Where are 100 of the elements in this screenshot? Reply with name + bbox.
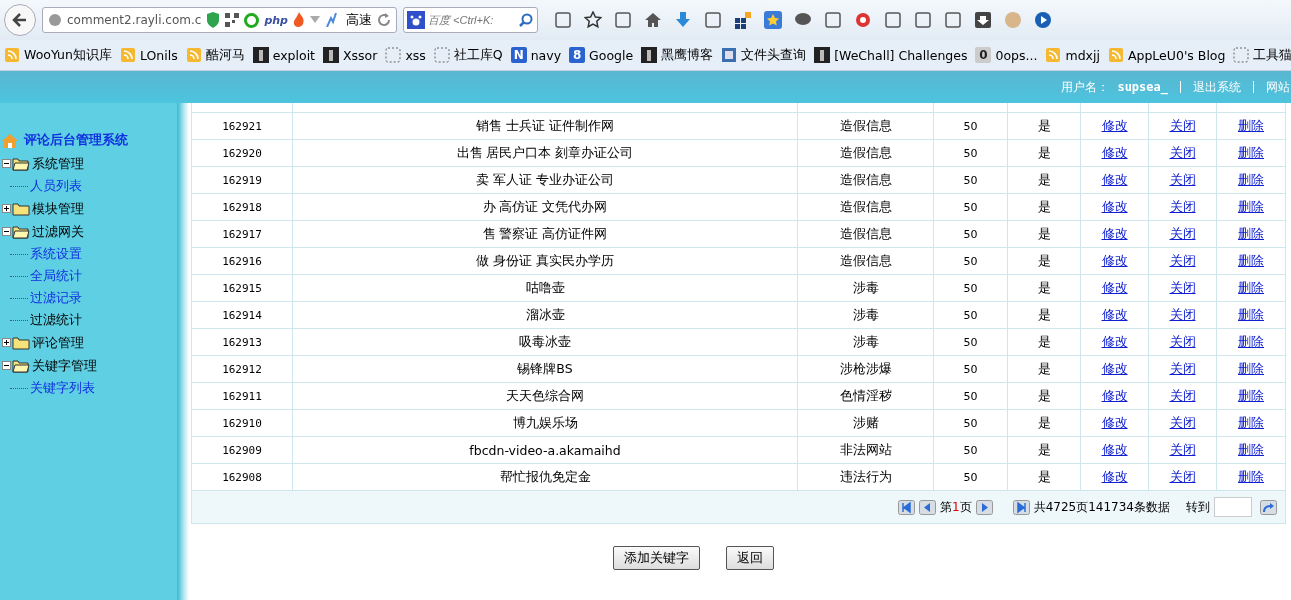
action-link[interactable]: 修改 <box>1101 387 1128 405</box>
action-link[interactable]: 修改 <box>1101 279 1128 297</box>
next-page-icon[interactable] <box>975 499 993 515</box>
expand-icon[interactable] <box>2 204 11 213</box>
reload-icon[interactable] <box>376 13 391 27</box>
tree-node[interactable]: 系统管理 <box>32 154 84 173</box>
action-link[interactable]: 删除 <box>1238 360 1264 378</box>
action-link[interactable]: 删除 <box>1238 198 1264 216</box>
bookmark-link[interactable]: Google <box>589 47 634 63</box>
bookmark-link[interactable]: mdxjj <box>1065 47 1100 63</box>
bookmark-link[interactable]: WooYun知识库 <box>24 46 112 64</box>
action-link[interactable]: 关闭 <box>1169 117 1196 135</box>
action-link[interactable]: 关闭 <box>1169 468 1196 486</box>
table-cell: 50 <box>934 356 1008 382</box>
bookmark-link[interactable]: [WeChall] Challenges <box>834 47 968 63</box>
go-icon[interactable] <box>1260 499 1277 515</box>
action-link[interactable]: 删除 <box>1238 306 1264 324</box>
tree-link[interactable]: 过滤统计 <box>30 311 82 329</box>
action-link[interactable]: 删除 <box>1238 414 1264 432</box>
action-link[interactable]: 删除 <box>1238 387 1264 405</box>
table-cell: 是 <box>1008 275 1081 301</box>
action-link[interactable]: 关闭 <box>1169 306 1196 324</box>
tree-node[interactable]: 关键字管理 <box>32 356 97 375</box>
collapse-icon[interactable] <box>2 227 11 236</box>
tree-node[interactable]: 评论管理 <box>32 333 84 352</box>
action-link[interactable]: 修改 <box>1101 468 1128 486</box>
save-icon[interactable] <box>973 11 992 29</box>
action-link[interactable]: 修改 <box>1101 333 1128 351</box>
tree-link[interactable]: 过滤记录 <box>30 289 82 307</box>
action-link[interactable]: 删除 <box>1238 144 1264 162</box>
action-link[interactable]: 关闭 <box>1169 171 1196 189</box>
action-link[interactable]: 关闭 <box>1169 414 1196 432</box>
bookmark-link[interactable]: 酷河马 <box>205 46 245 64</box>
action-link[interactable]: 修改 <box>1101 117 1128 135</box>
bookmark-link[interactable]: xss <box>405 47 426 63</box>
tree-node[interactable]: 模块管理 <box>32 199 84 218</box>
tree-node[interactable]: 过滤网关 <box>32 222 84 241</box>
action-link[interactable]: 删除 <box>1238 279 1264 297</box>
form-button[interactable]: 返回 <box>726 546 774 570</box>
action-link[interactable]: 修改 <box>1101 306 1128 324</box>
bookmark-link[interactable]: LOnils <box>139 47 178 63</box>
action-link[interactable]: 关闭 <box>1169 333 1196 351</box>
star-icon[interactable] <box>583 11 602 29</box>
bookmark-link[interactable]: AppLeU0's Blog <box>1127 47 1226 63</box>
expand-icon[interactable] <box>2 338 11 347</box>
action-link[interactable]: 删除 <box>1238 117 1264 135</box>
address-bar[interactable]: comment2.rayli.com.c php 高速 <box>42 7 397 33</box>
search-icon[interactable] <box>518 13 533 27</box>
home-icon[interactable] <box>643 11 662 29</box>
action-link[interactable]: 关闭 <box>1169 441 1196 459</box>
action-link[interactable]: 修改 <box>1101 360 1128 378</box>
action-link[interactable]: 关闭 <box>1169 225 1196 243</box>
tree-link[interactable]: 全局统计 <box>30 267 82 285</box>
action-link[interactable]: 删除 <box>1238 225 1264 243</box>
search-bar[interactable]: 百度 <Ctrl+K: <box>402 7 538 33</box>
form-button[interactable]: 添加关键字 <box>613 546 700 570</box>
first-page-icon[interactable] <box>898 499 915 515</box>
action-link[interactable]: 删除 <box>1238 468 1264 486</box>
action-link[interactable]: 修改 <box>1101 171 1128 189</box>
back-button[interactable] <box>4 4 36 36</box>
tree-link[interactable]: 系统设置 <box>30 245 82 263</box>
bookmark-link[interactable]: 0ops... <box>995 47 1038 63</box>
collapse-icon[interactable] <box>2 361 11 370</box>
bookmark-link[interactable]: exploit <box>272 47 316 63</box>
apps-icon[interactable] <box>733 11 752 29</box>
tree-link[interactable]: 关键字列表 <box>30 379 95 397</box>
action-link[interactable]: 关闭 <box>1169 198 1196 216</box>
fav-icon[interactable] <box>763 11 782 29</box>
id-cell: 162912 <box>192 356 293 382</box>
action-link[interactable]: 关闭 <box>1169 360 1196 378</box>
action-link[interactable]: 修改 <box>1101 225 1128 243</box>
bookmark-link[interactable]: 社工库Q <box>453 46 503 64</box>
table-cell: 50 <box>934 275 1008 301</box>
action-link[interactable]: 删除 <box>1238 333 1264 351</box>
page-input[interactable] <box>1214 497 1252 517</box>
tree-link[interactable]: 人员列表 <box>30 177 82 195</box>
collapse-icon[interactable] <box>2 159 11 168</box>
table-cell: 是 <box>1008 140 1081 166</box>
action-link[interactable]: 关闭 <box>1169 279 1196 297</box>
action-link[interactable]: 关闭 <box>1169 252 1196 270</box>
action-link[interactable]: 修改 <box>1101 252 1128 270</box>
action-link[interactable]: 修改 <box>1101 414 1128 432</box>
action-link[interactable]: 修改 <box>1101 198 1128 216</box>
previous-page-icon[interactable] <box>919 499 936 515</box>
speed-label[interactable]: 高速 <box>345 11 372 29</box>
action-link[interactable]: 删除 <box>1238 171 1264 189</box>
bookmark-link[interactable]: Xssor <box>343 47 378 63</box>
action-link[interactable]: 删除 <box>1238 252 1264 270</box>
play-icon[interactable] <box>1033 11 1052 29</box>
bookmark-link[interactable]: navy <box>530 47 562 63</box>
bookmark-link[interactable]: 文件头查询 <box>741 46 807 64</box>
action-link[interactable]: 关闭 <box>1169 144 1196 162</box>
download-icon[interactable] <box>673 11 692 29</box>
bookmark-link[interactable]: 黑鹰博客 <box>661 46 714 64</box>
last-page-icon[interactable] <box>1012 499 1030 515</box>
ring-icon[interactable] <box>853 11 872 29</box>
action-link[interactable]: 修改 <box>1101 144 1128 162</box>
action-link[interactable]: 删除 <box>1238 441 1264 459</box>
action-link[interactable]: 修改 <box>1101 441 1128 459</box>
action-link[interactable]: 关闭 <box>1169 387 1196 405</box>
